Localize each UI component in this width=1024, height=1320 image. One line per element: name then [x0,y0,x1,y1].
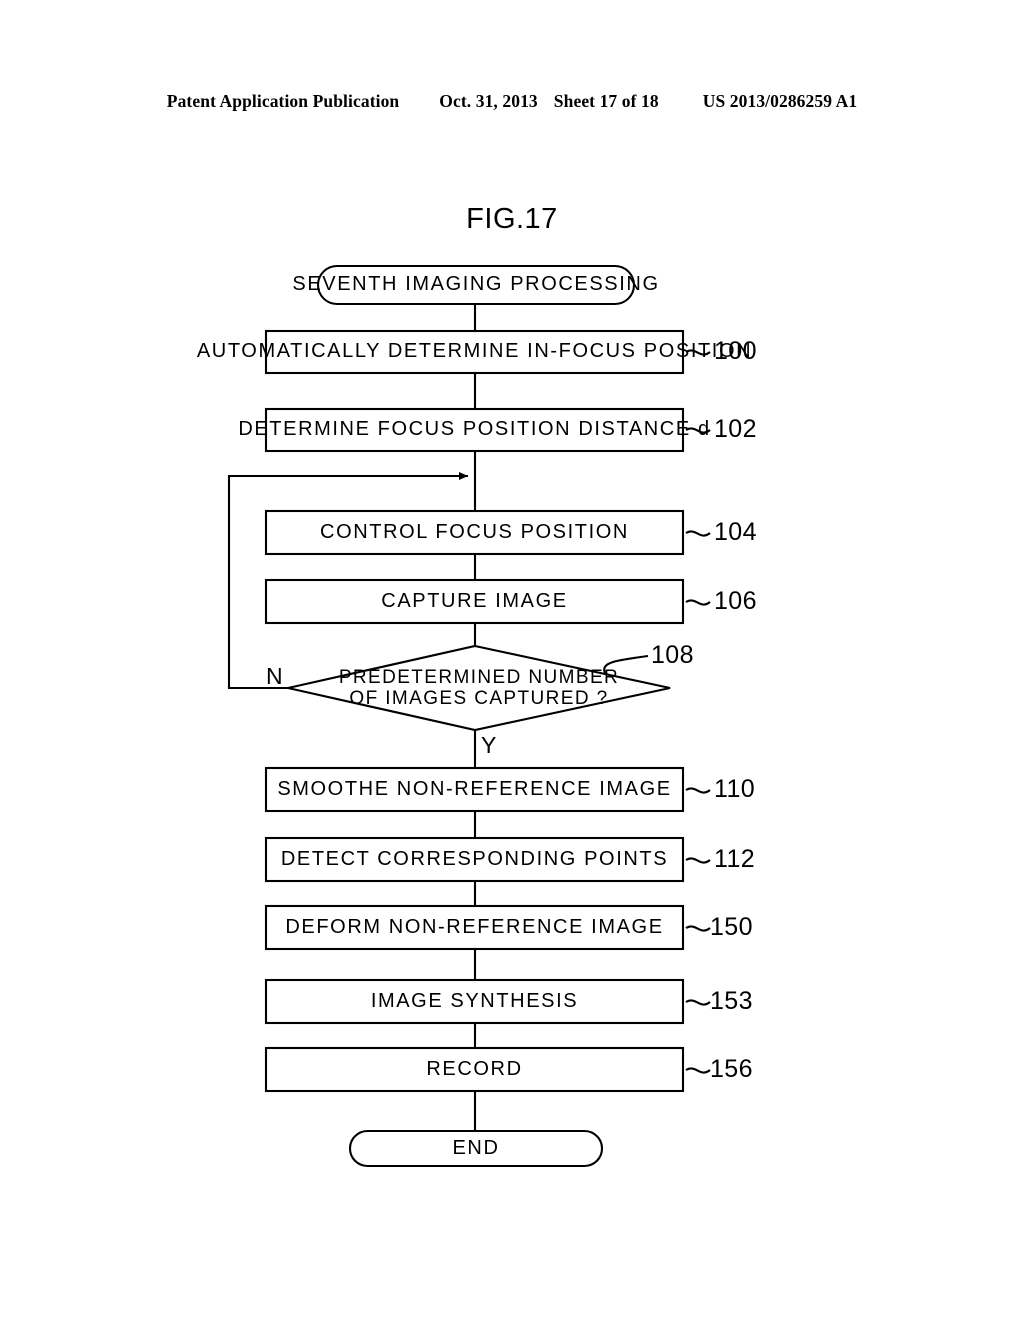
branch-label-no: N [266,663,283,689]
node-104-ref: 104 [714,518,757,546]
node-102-shape [264,407,685,453]
node-end-shape [348,1129,604,1168]
node-106-shape [264,578,685,625]
node-108-ref: 108 [651,641,694,669]
node-110-ref: 110 [714,775,756,803]
node-153-shape [264,978,685,1025]
node-150-shape [264,904,685,951]
node-102-ref: 102 [714,415,757,443]
leader-104 [685,530,711,537]
leader-108 [603,654,649,674]
node-150-ref: 150 [710,913,753,941]
leader-153 [685,999,711,1006]
node-104-shape [264,509,685,556]
leader-112 [685,857,711,864]
node-156-shape [264,1046,685,1093]
node-112-shape [264,836,685,883]
node-100-shape [264,329,685,375]
node-112-ref: 112 [714,845,756,873]
node-110-shape [264,766,685,813]
node-156-ref: 156 [710,1055,753,1083]
node-153-ref: 153 [710,987,753,1015]
leader-156 [685,1067,711,1074]
node-108-shape [287,644,671,732]
leader-110 [685,787,711,794]
leader-150 [685,925,711,932]
leader-106 [685,599,711,606]
flowchart-diagram [227,264,711,1168]
branch-label-yes: Y [481,732,497,758]
leader-102 [685,427,711,434]
node-100-ref: 100 [714,337,757,365]
node-start-shape [316,264,636,306]
node-106-ref: 106 [714,587,757,615]
leader-100 [685,349,711,356]
